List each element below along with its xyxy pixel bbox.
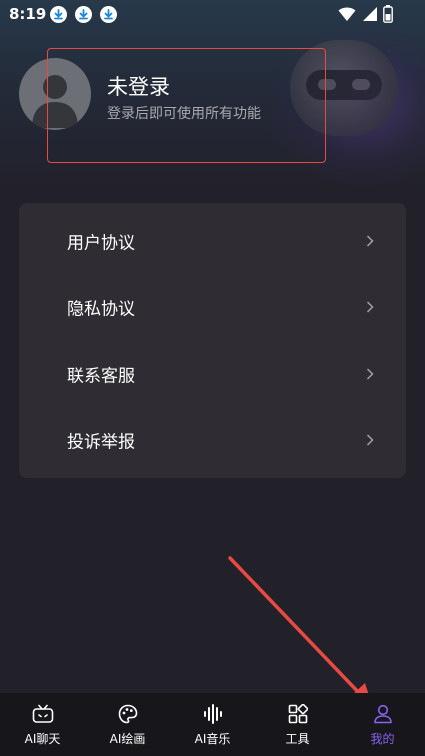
nav-item-tools[interactable]: 工具: [255, 693, 340, 756]
signal-icon: [363, 7, 377, 21]
soundwave-icon: [203, 704, 222, 724]
menu-item-complaint-report[interactable]: 投诉举报: [19, 408, 406, 472]
menu-item-label: 用户协议: [67, 233, 135, 254]
nav-label: AI聊天: [24, 732, 61, 746]
battery-icon: [383, 5, 393, 23]
palette-icon: [118, 704, 137, 724]
chevron-right-icon: [366, 368, 374, 380]
bottom-nav: AI聊天 AI绘画 AI音乐 工具 我的: [0, 693, 425, 756]
nav-item-ai-drawing[interactable]: AI绘画: [85, 693, 170, 756]
nav-item-ai-chat[interactable]: AI聊天: [0, 693, 85, 756]
download-icon: [100, 6, 117, 23]
nav-label: AI音乐: [194, 732, 231, 746]
menu-item-label: 联系客服: [67, 366, 135, 387]
tv-icon: [32, 704, 53, 723]
robot-eye: [352, 79, 370, 90]
status-time: 8:19: [9, 5, 47, 23]
wifi-icon: [338, 7, 356, 21]
nav-item-mine[interactable]: 我的: [340, 693, 425, 756]
menu-item-user-agreement[interactable]: 用户协议: [19, 209, 406, 273]
nav-item-ai-music[interactable]: AI音乐: [170, 693, 255, 756]
menu-item-contact-support[interactable]: 联系客服: [19, 342, 406, 406]
nav-label: 我的: [370, 732, 395, 746]
login-subtitle: 登录后即可使用所有功能: [107, 106, 261, 122]
grid-icon: [288, 704, 308, 724]
menu-item-label: 投诉举报: [67, 432, 135, 453]
download-icon: [50, 6, 67, 23]
status-bar: 8:19: [0, 0, 425, 30]
menu-item-label: 隐私协议: [67, 299, 135, 320]
download-icon: [75, 6, 92, 23]
nav-label: AI绘画: [109, 732, 146, 746]
person-icon: [373, 704, 392, 724]
nav-label: 工具: [285, 732, 310, 746]
chevron-right-icon: [366, 235, 374, 247]
menu-item-privacy-agreement[interactable]: 隐私协议: [19, 275, 406, 339]
chevron-right-icon: [366, 301, 374, 313]
settings-menu: 用户协议 隐私协议 联系客服 投诉举报: [19, 203, 406, 478]
login-title[interactable]: 未登录: [107, 71, 170, 101]
chevron-right-icon: [366, 434, 374, 446]
